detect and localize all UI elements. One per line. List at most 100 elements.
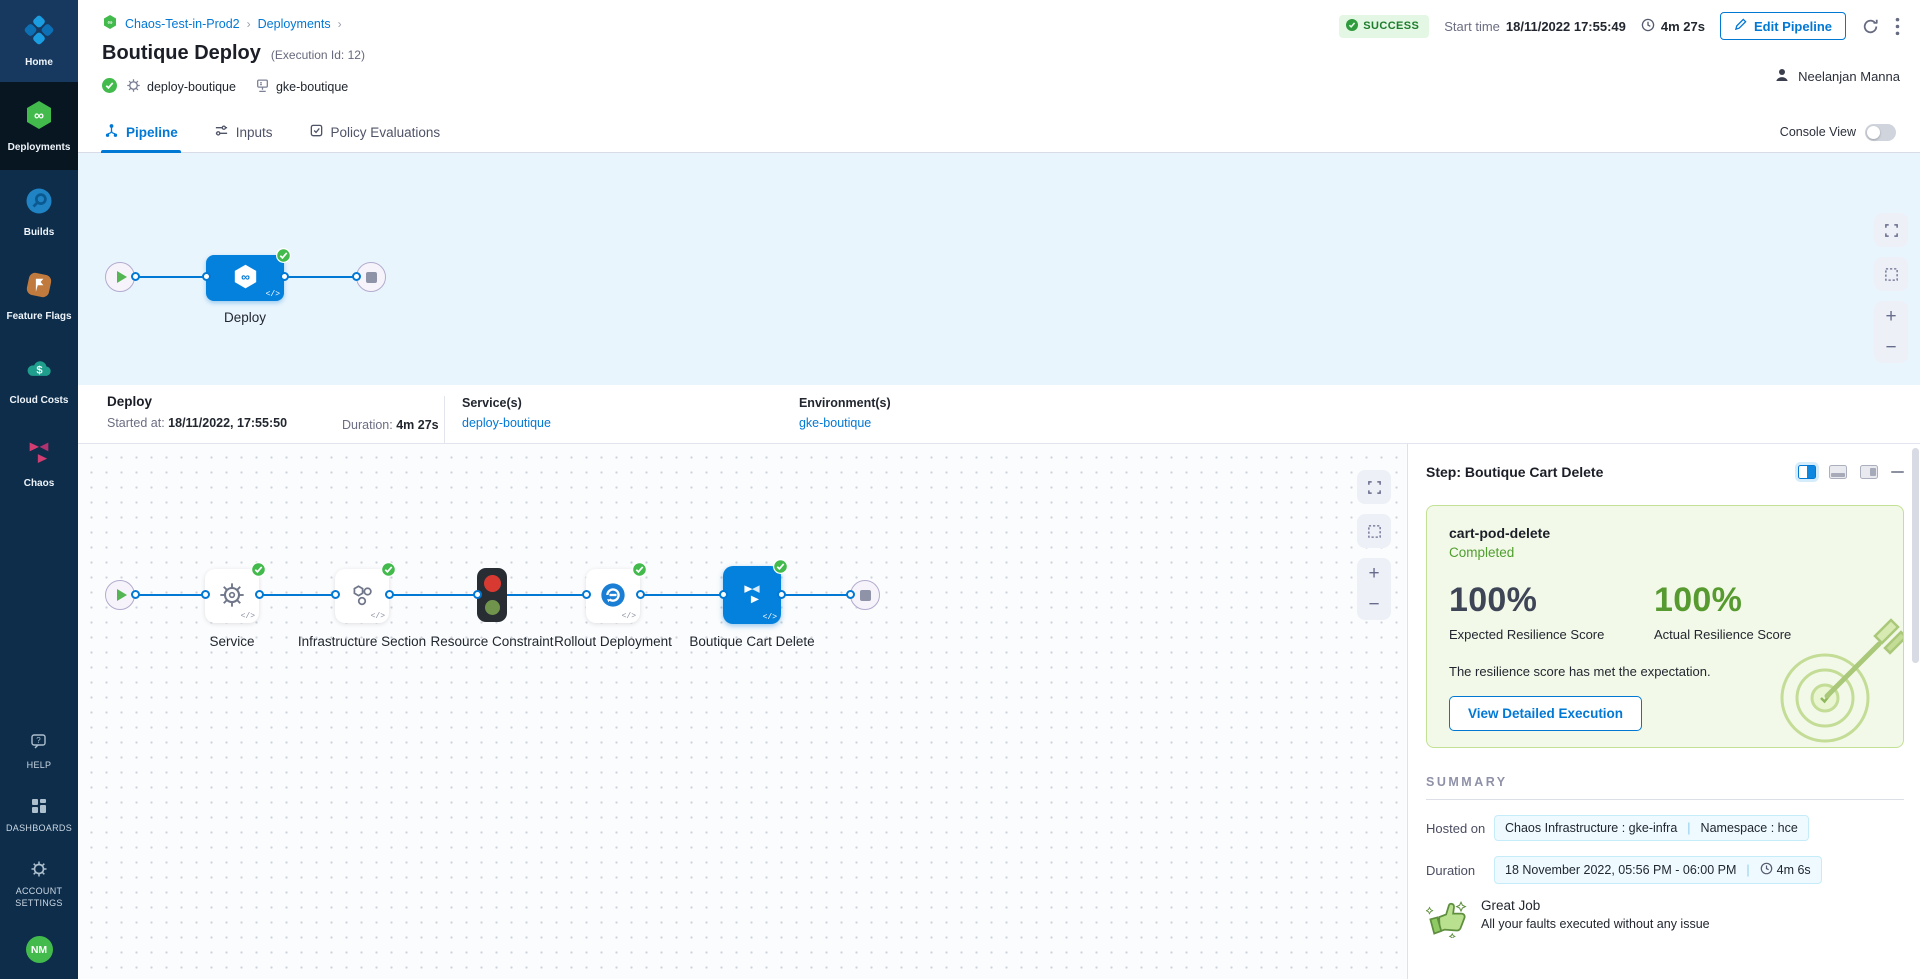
step-label: Rollout Deployment: [548, 632, 678, 652]
play-icon: [117, 271, 127, 283]
pill-separator: |: [1746, 863, 1749, 877]
console-view-toggle[interactable]: [1865, 124, 1896, 141]
edit-pipeline-button[interactable]: Edit Pipeline: [1720, 12, 1846, 40]
hosted-on-label: Hosted on: [1426, 821, 1488, 836]
sidebar-item-account-settings[interactable]: ACCOUNT SETTINGS: [0, 848, 78, 922]
sidebar-item-chaos[interactable]: Chaos: [0, 422, 78, 506]
view-detailed-execution-button[interactable]: View Detailed Execution: [1449, 696, 1642, 731]
status-badge-label: SUCCESS: [1363, 20, 1419, 32]
cd-breadcrumb-icon: ∞: [102, 14, 118, 33]
gear-icon: [30, 860, 48, 881]
start-time-label: Start time: [1444, 19, 1500, 34]
service-tag[interactable]: deploy-boutique: [126, 78, 236, 96]
refresh-icon[interactable]: [1861, 17, 1880, 36]
console-view-control: Console View: [1780, 112, 1896, 152]
sidebar-item-label: HELP: [25, 760, 54, 772]
actual-score-label: Actual Resilience Score: [1654, 627, 1859, 642]
fullscreen-icon[interactable]: [1874, 213, 1908, 247]
hosted-on-namespace: Namespace : hce: [1701, 821, 1798, 835]
fullscreen-icon[interactable]: [1357, 470, 1391, 504]
sidebar-item-label: Chaos: [22, 477, 57, 490]
layout-bottom-icon[interactable]: [1829, 465, 1847, 479]
stage-details-title: Deploy: [107, 394, 342, 409]
step-node-rollout[interactable]: </>: [586, 569, 640, 623]
zoom-in-icon[interactable]: +: [1874, 301, 1908, 332]
scrollbar[interactable]: [1912, 448, 1919, 975]
stage-details-main: Deploy Started at: 18/11/2022, 17:55:50: [107, 394, 342, 430]
layout-split-right-icon[interactable]: [1798, 465, 1816, 479]
code-icon: </>: [266, 290, 280, 299]
stage-details-bar: Deploy Started at: 18/11/2022, 17:55:50 …: [78, 385, 1920, 443]
status-badge: SUCCESS: [1339, 15, 1429, 38]
sidebar-item-label: DASHBOARDS: [4, 823, 74, 835]
check-circle-icon: [102, 78, 117, 96]
stop-icon: [366, 272, 377, 283]
sidebar-item-cloud-costs[interactable]: $ Cloud Costs: [0, 338, 78, 422]
step-node-service[interactable]: </>: [205, 569, 259, 623]
sidebar-item-deployments[interactable]: ∞ Deployments: [0, 82, 78, 170]
help-chat-icon: ?: [29, 732, 49, 755]
zoom-out-icon[interactable]: −: [1357, 589, 1391, 620]
breadcrumb-deployments-link[interactable]: Deployments: [258, 17, 331, 31]
zoom-in-icon[interactable]: +: [1357, 558, 1391, 589]
breadcrumb-separator: ›: [338, 17, 342, 31]
tab-pipeline[interactable]: Pipeline: [104, 112, 178, 152]
layout-right-icon[interactable]: [1860, 465, 1878, 479]
stage-duration-value: 4m 27s: [396, 418, 438, 432]
sidebar-item-builds[interactable]: Builds: [0, 170, 78, 254]
expected-score-label: Expected Resilience Score: [1449, 627, 1654, 642]
step-panel-title: Step: Boutique Cart Delete: [1426, 464, 1603, 480]
sidebar-item-home[interactable]: Home: [0, 0, 78, 82]
gear-icon: [218, 581, 246, 612]
svg-text:?: ?: [36, 736, 41, 745]
success-check-badge: [381, 562, 396, 580]
tab-inputs[interactable]: Inputs: [214, 112, 273, 152]
app-root: Home ∞ Deployments Builds: [0, 0, 1920, 979]
duration-pill: 18 November 2022, 05:56 PM - 06:00 PM | …: [1494, 856, 1822, 884]
stage-node-deploy[interactable]: ∞ </>: [206, 255, 284, 301]
environment-tag[interactable]: gke-boutique: [255, 78, 348, 96]
duration-row: Duration 18 November 2022, 05:56 PM - 06…: [1426, 856, 1904, 884]
code-icon: </>: [763, 613, 777, 622]
svg-text:∞: ∞: [241, 270, 250, 284]
result-message-text: Great Job All your faults executed witho…: [1481, 898, 1710, 931]
scrollbar-thumb[interactable]: [1912, 448, 1919, 663]
step-node-boutique-cart-delete[interactable]: </>: [723, 566, 781, 624]
sidebar-item-help[interactable]: ? HELP: [0, 720, 78, 784]
connector-dot: [201, 590, 210, 599]
connector-dot: [280, 272, 289, 281]
hosted-on-infra: Chaos Infrastructure : gke-infra: [1505, 821, 1677, 835]
started-at: Started at: 18/11/2022, 17:55:50: [107, 416, 342, 430]
service-link[interactable]: deploy-boutique: [462, 416, 551, 430]
traffic-light-red: [484, 575, 501, 592]
tab-policy-evaluations[interactable]: Policy Evaluations: [309, 112, 441, 152]
stage-duration: Duration: 4m 27s: [342, 418, 444, 432]
environment-link[interactable]: gke-boutique: [799, 416, 891, 430]
gear-icon: [126, 78, 141, 96]
minimize-icon[interactable]: [1891, 471, 1904, 474]
main-area: ∞ Chaos-Test-in-Prod2 › Deployments › Bo…: [78, 0, 1920, 979]
execution-graph-canvas[interactable]: </> </>: [78, 444, 1408, 979]
connector-dot: [473, 590, 482, 599]
ccm-module-icon: $: [24, 354, 54, 387]
breadcrumb-project-link[interactable]: Chaos-Test-in-Prod2: [125, 17, 240, 31]
marquee-select-icon[interactable]: [1357, 514, 1391, 548]
step-label: Resource Constraint: [427, 632, 557, 652]
user-avatar[interactable]: NM: [26, 936, 53, 963]
toggle-knob: [1867, 126, 1880, 139]
sidebar-item-dashboards[interactable]: DASHBOARDS: [0, 784, 78, 848]
step-node-infrastructure[interactable]: </>: [335, 569, 389, 623]
zoom-out-icon[interactable]: −: [1874, 332, 1908, 363]
hosted-on-row: Hosted on Chaos Infrastructure : gke-inf…: [1426, 815, 1904, 841]
code-icon: </>: [622, 612, 636, 621]
ci-module-icon: [24, 186, 54, 219]
stage-pipeline-canvas[interactable]: ∞ </> Deploy: [78, 153, 1920, 385]
sidebar-item-label: Deployments: [6, 141, 73, 154]
svg-text:∞: ∞: [34, 107, 44, 123]
pipeline-icon: [104, 123, 119, 141]
marquee-select-icon[interactable]: [1874, 257, 1908, 291]
connector-dot: [331, 590, 340, 599]
connector-dot: [352, 272, 361, 281]
sidebar-item-feature-flags[interactable]: Feature Flags: [0, 254, 78, 338]
more-options-kebab-icon[interactable]: [1895, 17, 1900, 36]
